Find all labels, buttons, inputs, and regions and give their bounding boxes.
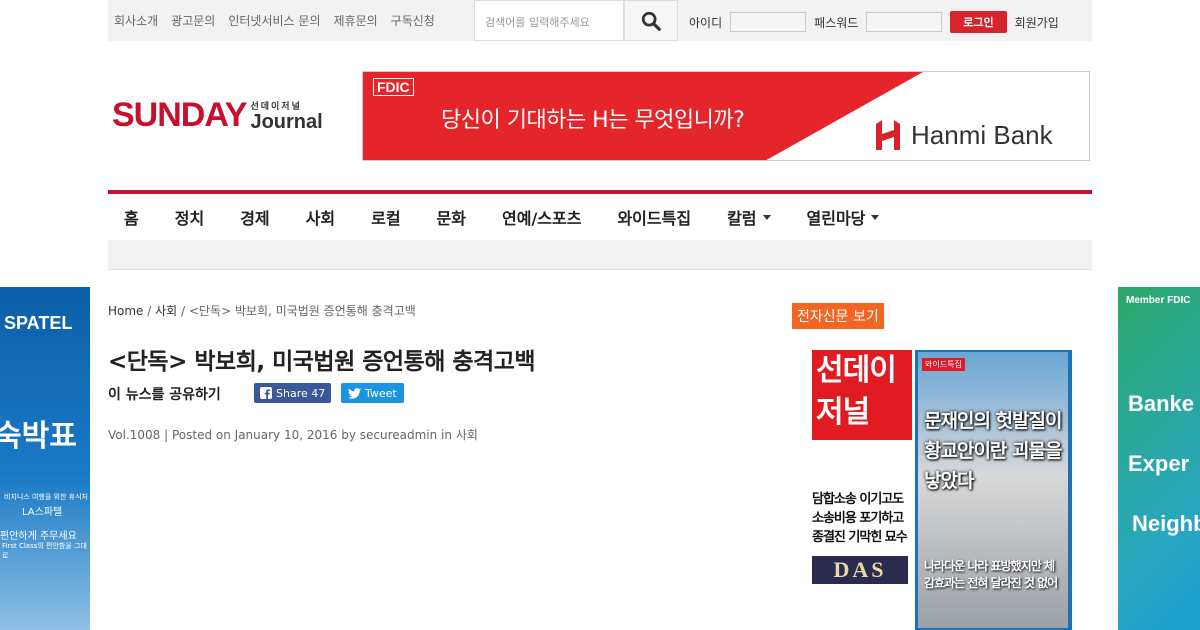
ad-left-line1: 비지니스 여행을 위한 휴식처 [4, 493, 88, 501]
nav-label: 열린마당 [806, 209, 866, 228]
nav-item-culture[interactable]: 문화 [437, 205, 466, 229]
nav-label: 연예/스포츠 [502, 209, 582, 228]
facebook-icon [260, 387, 272, 399]
breadcrumb-separator: / [181, 304, 186, 318]
ad-left-line3: 편안하게 주무세요 [0, 531, 77, 542]
pw-label: 패스워드 [814, 15, 859, 30]
banner-brand: Hanmi Bank [873, 118, 1053, 152]
epaper-cover[interactable]: 선데이 저널 담합소송 이기고도 소송비용 포기하고 종결진 기막힌 묘수 DA… [812, 350, 1072, 630]
ad-right-word3: Neighb [1132, 511, 1200, 536]
login-button[interactable]: 로그인 [950, 11, 1007, 33]
cover-tag: 와이드특집 [922, 358, 965, 371]
nav-item-wide-special[interactable]: 와이드특집 [617, 205, 691, 229]
search-icon [641, 11, 661, 31]
breadcrumb-separator: / [147, 304, 152, 318]
nav-label: 칼럼 [727, 209, 757, 228]
ad-left-line2: LA스파텔 [22, 507, 63, 518]
sub-nav-bar [108, 240, 1092, 270]
nav-label: 와이드특집 [617, 209, 692, 228]
share-label: 이 뉴스를 공유하기 [108, 387, 221, 403]
search-input[interactable]: 검색어를 입력해주세요 [474, 0, 624, 41]
nav-label: 정치 [174, 209, 205, 228]
top-banner-ad[interactable]: FDIC 당신이 기대하는 H는 무엇입니까? Hanmi Bank [362, 71, 1090, 161]
search-button[interactable] [624, 0, 678, 41]
cover-mast-line1: 선데이 [816, 353, 897, 388]
nav-label: 홈 [124, 209, 139, 228]
signup-link[interactable]: 회원가입 [1015, 14, 1059, 31]
breadcrumb-home[interactable]: Home [108, 304, 143, 318]
caret-down-icon [871, 214, 880, 220]
password-field[interactable] [866, 12, 943, 32]
breadcrumb: Home / 사회 / <단독> 박보희, 미국법원 증언통해 충격고백 [108, 302, 416, 319]
site-logo[interactable]: SUNDAY 선데이저널 Journal [112, 98, 323, 132]
logo-journal: Journal [250, 111, 323, 133]
hanmi-logo-icon [876, 120, 900, 150]
article-meta: Vol.1008 | Posted on January 10, 2016 by… [108, 428, 478, 442]
nav-label: 경제 [240, 209, 270, 228]
nav-label: 사회 [305, 209, 336, 228]
nav-label: 로컬 [371, 209, 401, 228]
top-utility-bar: 회사소개 광고문의 인터넷서비스 문의 제휴문의 구독신청 검색어를 입력해주세… [108, 0, 1092, 41]
nav-item-politics[interactable]: 정치 [175, 205, 204, 229]
left-side-ad[interactable]: SPATEL 숙박표 비지니스 여행을 위한 휴식처 LA스파텔 편안하게 주무… [0, 287, 90, 630]
banner-headline: 당신이 기대하는 H는 무엇입니까? [441, 108, 745, 133]
tweet-button[interactable]: Tweet [341, 383, 404, 403]
nav-item-local[interactable]: 로컬 [371, 205, 400, 229]
facebook-share-label: Share 47 [276, 386, 326, 400]
twitter-icon [348, 387, 361, 399]
right-side-ad[interactable]: Member FDIC Banke Exper Neighb [1118, 287, 1200, 630]
banner-brand-name: Hanmi Bank [911, 119, 1053, 150]
ad-right-word1: Banke [1128, 391, 1195, 416]
top-links: 회사소개 광고문의 인터넷서비스 문의 제휴문의 구독신청 [114, 12, 435, 29]
cover-headline-sub: 나라다운 나라 표방했지만 체감효과는 전혀 달라진 것 없어 [924, 559, 1058, 590]
nav-label: 문화 [436, 209, 466, 228]
top-link-about[interactable]: 회사소개 [114, 12, 158, 29]
top-link-subscribe[interactable]: 구독신청 [391, 12, 435, 29]
cover-das-logo: DAS [812, 556, 908, 584]
id-label: 아이디 [689, 15, 723, 30]
nav-item-entertainment[interactable]: 연예/스포츠 [502, 205, 581, 229]
cover-headline-main: 문재인의 헛발질이 황교안이란 괴물을 낳았다 [924, 410, 1062, 492]
login-area: 아이디 패스워드 로그인 회원가입 [689, 11, 1059, 33]
ad-left-big: 숙박표 [0, 419, 77, 454]
caret-down-icon [762, 214, 771, 220]
nav-item-society[interactable]: 사회 [306, 205, 335, 229]
ad-right-fdic: Member FDIC [1126, 295, 1191, 306]
cover-mast-line2: 저널 [816, 395, 870, 430]
nav-item-home[interactable]: 홈 [124, 205, 139, 229]
top-link-partnership[interactable]: 제휴문의 [333, 12, 377, 29]
article-title: <단독> 박보희, 미국법원 증언통해 충격고백 [108, 349, 536, 375]
top-link-ads[interactable]: 광고문의 [171, 12, 215, 29]
fdic-badge: FDIC [373, 78, 414, 96]
ad-right-word2: Exper [1128, 451, 1190, 476]
tweet-label: Tweet [365, 386, 397, 400]
breadcrumb-category[interactable]: 사회 [155, 304, 177, 318]
main-nav: 홈 정치 경제 사회 로컬 문화 연예/스포츠 와이드특집 칼럼 열린마당 [108, 194, 1092, 240]
logo-sunday: SUNDAY [112, 96, 247, 134]
nav-item-economy[interactable]: 경제 [240, 205, 269, 229]
facebook-share-button[interactable]: Share 47 [254, 383, 332, 403]
nav-item-column[interactable]: 칼럼 [727, 205, 771, 229]
cover-masthead: 선데이 저널 [812, 350, 912, 440]
cover-headline-left: 담합소송 이기고도 소송비용 포기하고 종결진 기막힌 묘수 [812, 492, 908, 545]
ad-left-brand: SPATEL [4, 313, 73, 333]
ad-left-line4: First Class의 편안함을 그대로 [2, 542, 87, 560]
breadcrumb-current: <단독> 박보희, 미국법원 증언통해 충격고백 [188, 304, 416, 318]
top-link-internet-service[interactable]: 인터넷서비스 문의 [228, 12, 320, 29]
epaper-link[interactable]: 전자신문 보기 [792, 303, 884, 329]
id-field[interactable] [730, 12, 807, 32]
nav-item-open-forum[interactable]: 열린마당 [807, 205, 880, 229]
